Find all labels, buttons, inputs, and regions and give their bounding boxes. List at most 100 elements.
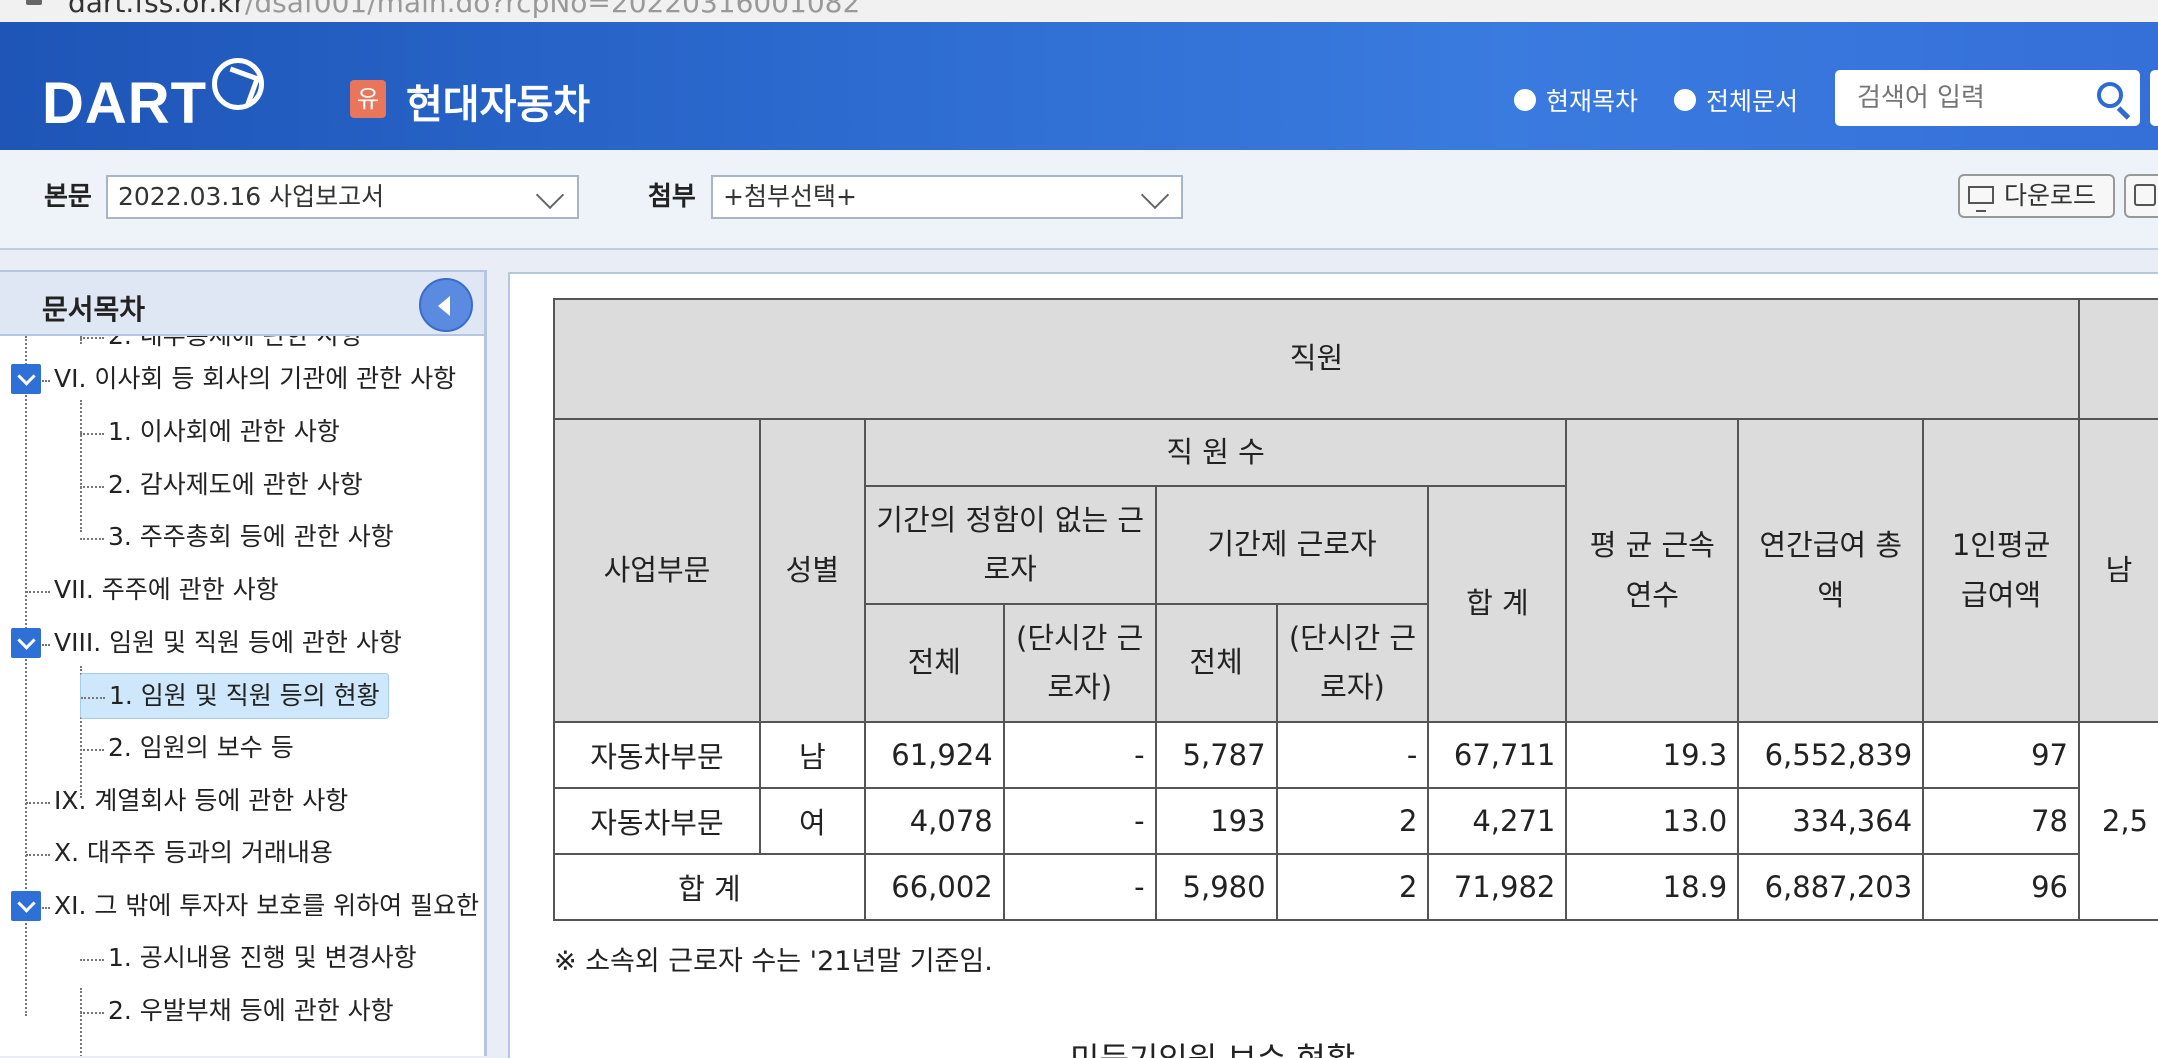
company-name: 현대자동차 bbox=[406, 82, 590, 128]
attachment-select-value: +첨부선택+ bbox=[723, 182, 857, 211]
header-gender: 성별 bbox=[758, 418, 866, 723]
cell-business-total: 합 계 bbox=[553, 853, 866, 921]
header-avg-pay: 1인평균 급여액 bbox=[1922, 418, 2080, 723]
cell-gender: 남 bbox=[758, 721, 866, 789]
cell-total: 4,271 bbox=[1427, 787, 1568, 855]
chevron-down-icon[interactable] bbox=[11, 891, 41, 921]
document-toolbar: 본문 2022.03.16 사업보고서 첨부 +첨부선택+ 다운로드 bbox=[0, 150, 2158, 250]
cell-pay-total: 334,364 bbox=[1737, 787, 1925, 855]
cell-tenure: 18.9 bbox=[1565, 853, 1740, 921]
header: DART 유 현대자동차 현재목차 전체문서 bbox=[0, 22, 2158, 150]
search-input[interactable] bbox=[1855, 80, 2079, 116]
header-business: 사업부문 bbox=[553, 418, 761, 723]
header-employees: 직원 bbox=[553, 298, 2080, 420]
cell-pay-avg: 78 bbox=[1922, 787, 2080, 855]
toc-item[interactable]: 2. 임원의 보수 등 bbox=[80, 726, 294, 770]
cell-cont-all: 193 bbox=[1154, 787, 1278, 855]
lock-icon bbox=[26, 0, 42, 5]
cell-business: 자동차부문 bbox=[553, 721, 761, 789]
main-doc-select[interactable]: 2022.03.16 사업보고서 bbox=[106, 175, 579, 219]
radio-unselected-icon[interactable] bbox=[1674, 89, 1696, 111]
radio-all-docs-label: 전체문서 bbox=[1706, 87, 1799, 116]
cell-cont-part: 2 bbox=[1275, 853, 1430, 921]
monitor-icon bbox=[1968, 186, 1994, 212]
download-label: 다운로드 bbox=[2004, 181, 2097, 210]
toc-item[interactable]: IX. 계열회사 등에 관한 사항 bbox=[26, 779, 348, 823]
header-avg-tenure: 평 균 근속연수 bbox=[1565, 418, 1740, 723]
header-permanent: 기간의 정함이 없는 근로자 bbox=[863, 485, 1157, 605]
cell-total: 71,982 bbox=[1427, 853, 1568, 921]
toc-item[interactable]: X. 대주주 등과의 거래내용 bbox=[26, 831, 333, 875]
header-annual-pay: 연간급여 총 액 bbox=[1737, 418, 1925, 723]
main-doc-label: 본문 bbox=[44, 182, 92, 212]
header-total: 합 계 bbox=[1427, 485, 1568, 723]
toc-sidebar: 문서목차 2. 내부통제에 관한 사항 VI. 이사회 등 회사의 기관에 관한… bbox=[0, 270, 487, 1056]
browser-url-bar[interactable]: dart.fss.or.kr/dsaf001/main.do?rcpNo=202… bbox=[0, 0, 2158, 22]
toc-item[interactable]: 1. 공시내용 진행 및 변경사항 bbox=[80, 936, 417, 980]
search-option-button[interactable] bbox=[2150, 70, 2158, 126]
table-row: 자동차부문 남 61,924 - 5,787 - 67,711 19.3 6,5… bbox=[553, 721, 2158, 921]
cell-perm-all: 66,002 bbox=[863, 853, 1005, 921]
cell-total: 67,711 bbox=[1427, 721, 1568, 789]
header-sub-parttime: (단시간 근로자) bbox=[1002, 603, 1157, 723]
toc-item[interactable]: 2. 내부통제에 관한 사항 bbox=[80, 336, 363, 358]
table-row: 자동차부문 여 4,078 - 193 2 4,271 13.0 334,364… bbox=[553, 787, 2158, 855]
chevron-down-icon[interactable] bbox=[11, 364, 41, 394]
url-text: dart.fss.or.kr/dsaf001/main.do?rcpNo=202… bbox=[68, 0, 861, 19]
cell-pay-total: 6,552,839 bbox=[1737, 721, 1925, 789]
cell-tenure: 13.0 bbox=[1565, 787, 1740, 855]
header-sub-all: 전체 bbox=[863, 603, 1005, 723]
download-button[interactable]: 다운로드 bbox=[1958, 174, 2115, 218]
toc-title: 문서목차 bbox=[42, 293, 146, 326]
cell-pay-avg: 96 bbox=[1922, 853, 2080, 921]
chevron-down-icon bbox=[535, 180, 565, 210]
cell-perm-all: 4,078 bbox=[863, 787, 1005, 855]
toc-item[interactable]: VIII. 임원 및 직원 등에 관한 사항 bbox=[42, 621, 402, 665]
cell-cont-part: 2 bbox=[1275, 787, 1430, 855]
toc-item[interactable]: 2. 감사제도에 관한 사항 bbox=[80, 463, 363, 507]
search-icon[interactable] bbox=[2097, 82, 2123, 108]
collapse-sidebar-icon[interactable] bbox=[419, 278, 473, 332]
cell-cont-all: 5,980 bbox=[1154, 853, 1278, 921]
table-row-total: 합 계 66,002 - 5,980 2 71,982 18.9 6,887,2… bbox=[553, 853, 2158, 921]
toc-item[interactable]: XI. 그 밖에 투자자 보호를 위하여 필요한 사항 bbox=[42, 884, 484, 928]
search-box bbox=[1835, 70, 2140, 126]
header-right-partial: 남 bbox=[2077, 418, 2158, 723]
dart-logo-icon bbox=[212, 58, 264, 110]
cell-gender: 여 bbox=[758, 787, 866, 855]
cell-pay-total: 6,887,203 bbox=[1737, 853, 1925, 921]
toc-tree: 2. 내부통제에 관한 사항 VI. 이사회 등 회사의 기관에 관한 사항 1… bbox=[0, 336, 484, 1056]
toc-item[interactable]: 2. 우발부채 등에 관한 사항 bbox=[80, 989, 394, 1033]
toc-item[interactable]: 1. 이사회에 관한 사항 bbox=[80, 410, 340, 454]
toc-item-active[interactable]: 1. 임원 및 직원 등의 현황 bbox=[80, 673, 389, 719]
radio-selected-icon[interactable] bbox=[1514, 89, 1536, 111]
section-subtitle: 미등기임원 보수 현황 bbox=[1070, 1034, 1355, 1058]
attachment-label: 첨부 bbox=[648, 182, 696, 212]
radio-all-docs[interactable]: 전체문서 bbox=[1674, 82, 1798, 118]
chevron-down-icon bbox=[1140, 180, 1170, 210]
header-headcount: 직 원 수 bbox=[863, 418, 1568, 487]
table-note: ※ 소속외 근로자 수는 '21년말 기준임. bbox=[554, 946, 993, 977]
header-contract: 기간제 근로자 bbox=[1154, 485, 1430, 605]
cell-tenure: 19.3 bbox=[1565, 721, 1740, 789]
cell-cont-part: - bbox=[1275, 721, 1430, 789]
cell-perm-part: - bbox=[1002, 787, 1157, 855]
toc-item[interactable]: 3. 주주총회 등에 관한 사항 bbox=[80, 515, 394, 559]
toc-item[interactable]: VII. 주주에 관한 사항 bbox=[26, 568, 279, 612]
cell-extra: 2,5 bbox=[2077, 721, 2158, 921]
header-sub-parttime: (단시간 근로자) bbox=[1275, 603, 1430, 723]
print-button[interactable] bbox=[2124, 174, 2158, 218]
radio-current-toc-label: 현재목차 bbox=[1546, 87, 1639, 116]
toc-header: 문서목차 bbox=[0, 270, 484, 336]
chevron-down-icon[interactable] bbox=[11, 628, 41, 658]
dart-logo[interactable]: DART bbox=[42, 70, 207, 137]
company-type-badge: 유 bbox=[350, 80, 386, 118]
cell-business: 자동차부문 bbox=[553, 787, 761, 855]
cell-perm-part: - bbox=[1002, 721, 1157, 789]
cell-perm-part: - bbox=[1002, 853, 1157, 921]
attachment-select[interactable]: +첨부선택+ bbox=[711, 175, 1183, 219]
main-doc-select-value: 2022.03.16 사업보고서 bbox=[118, 182, 385, 211]
radio-current-toc[interactable]: 현재목차 bbox=[1514, 82, 1638, 118]
employee-table: 직원 사업부문 성별 직 원 수 평 균 근속연수 연간급여 총 액 1인평균 … bbox=[553, 298, 2158, 921]
toc-item[interactable]: VI. 이사회 등 회사의 기관에 관한 사항 bbox=[42, 357, 456, 401]
